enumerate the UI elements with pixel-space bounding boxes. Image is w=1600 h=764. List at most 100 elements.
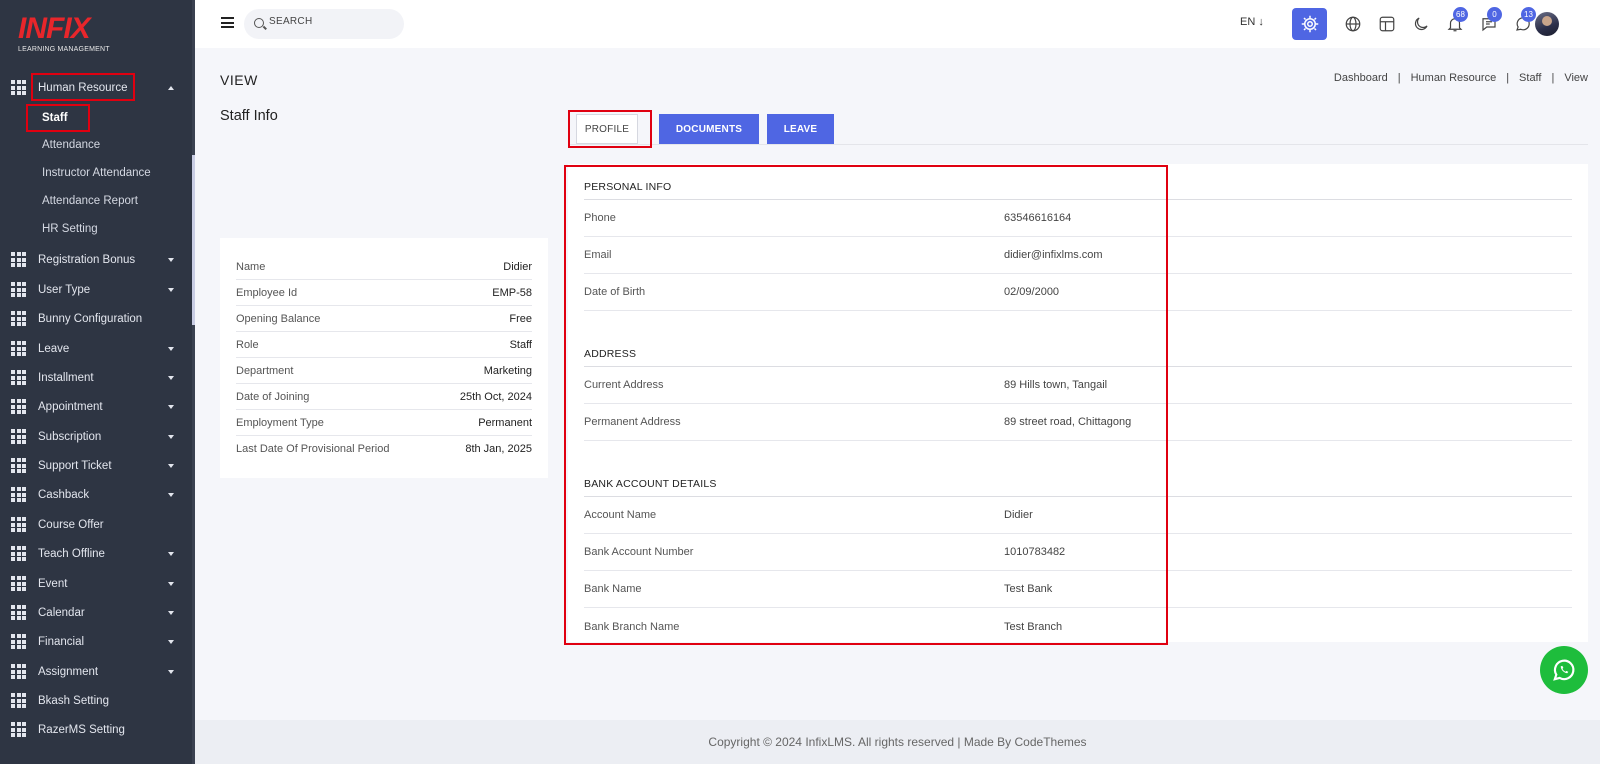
sidebar-item-event[interactable]: Event [0, 571, 192, 597]
sidebar-item-leave[interactable]: Leave [0, 336, 192, 362]
whatsapp-icon [1553, 659, 1575, 681]
sidebar-item-label: Course Offer [38, 519, 104, 531]
info-key: Employee Id [236, 286, 298, 299]
info-key: Opening Balance [236, 312, 321, 325]
chevron-down-icon [168, 258, 174, 262]
sidebar-item-support-ticket[interactable]: Support Ticket [0, 453, 192, 479]
chevron-down-icon [168, 552, 174, 556]
info-key: Name [236, 260, 266, 273]
messages-button[interactable]: 0 [1478, 7, 1502, 35]
sidebar-item-label: Teach Offline [38, 548, 105, 560]
info-key: Employment Type [236, 416, 324, 429]
info-row: Employee Id EMP-58 [236, 280, 532, 306]
sidebar: INFIX LEARNING MANAGEMENT Human Resource… [0, 0, 195, 764]
sidebar-item-bunny-configuration[interactable]: Bunny Configuration [0, 306, 192, 332]
notifications-badge: 68 [1453, 7, 1468, 22]
chevron-down-icon [168, 288, 174, 292]
info-value: Free [509, 312, 532, 325]
info-row: Date of Joining 25th Oct, 2024 [236, 384, 532, 410]
logo[interactable]: INFIX LEARNING MANAGEMENT [18, 14, 128, 58]
sidebar-item-label: Cashback [38, 489, 90, 501]
sidebar-item-label: Bkash Setting [38, 695, 109, 707]
info-value: Permanent [478, 416, 532, 429]
sidebar-item-label: Calendar [38, 607, 85, 619]
sidebar-subitem-attendance[interactable]: Attendance [42, 135, 100, 155]
sidebar-item-subscription[interactable]: Subscription [0, 424, 192, 450]
dark-mode-button[interactable] [1410, 13, 1432, 35]
sidebar-item-label: Leave [38, 343, 70, 355]
sidebar-item-cashback[interactable]: Cashback [0, 482, 192, 508]
chevron-down-icon [168, 347, 174, 351]
chevron-down-icon [168, 611, 174, 615]
language-code: EN [1240, 16, 1256, 28]
breadcrumb-separator: | [1506, 72, 1510, 84]
breadcrumb-human-resource[interactable]: Human Resource [1411, 72, 1497, 84]
sidebar-item-financial[interactable]: Financial [0, 629, 192, 655]
chat-button[interactable]: 13 [1512, 7, 1536, 35]
logo-mark: INFIX [18, 12, 91, 45]
info-row: Last Date Of Provisional Period 8th Jan, … [236, 436, 532, 462]
grid-icon [11, 664, 26, 679]
whatsapp-chat-button[interactable] [1540, 646, 1588, 694]
sidebar-item-label: Appointment [38, 401, 103, 413]
grid-icon [11, 458, 26, 473]
chevron-down-icon [168, 435, 174, 439]
sidebar-subitem-attendance-report[interactable]: Attendance Report [42, 191, 138, 211]
chevron-down-icon [168, 493, 174, 497]
sidebar-scrollbar[interactable] [192, 155, 195, 325]
grid-icon [11, 341, 26, 356]
info-row: Department Marketing [236, 358, 532, 384]
avatar[interactable] [1535, 12, 1559, 36]
tab-documents[interactable]: DOCUMENTS [659, 114, 759, 144]
breadcrumb-separator: | [1551, 72, 1555, 84]
sidebar-subitem-hr-setting[interactable]: HR Setting [42, 219, 98, 239]
sidebar-item-calendar[interactable]: Calendar [0, 600, 192, 626]
info-value: 8th Jan, 2025 [465, 443, 532, 455]
chevron-down-icon [168, 464, 174, 468]
sidebar-item-assignment[interactable]: Assignment [0, 659, 192, 685]
info-row: Name Didier [236, 254, 532, 280]
info-key: Department [236, 364, 294, 377]
chevron-down-icon [168, 405, 174, 409]
sidebar-item-razerms-setting[interactable]: RazerMS Setting [0, 717, 192, 743]
sidebar-item-installment[interactable]: Installment [0, 365, 192, 391]
sidebar-item-label: RazerMS Setting [38, 724, 125, 736]
grid-icon [11, 722, 26, 737]
sidebar-item-label: Financial [38, 636, 85, 648]
sidebar-item-label: Registration Bonus [38, 254, 136, 266]
menu-toggle-icon[interactable] [221, 17, 234, 28]
chat-badge: 13 [1521, 7, 1536, 22]
highlight-box [26, 104, 90, 132]
page-title: VIEW [220, 72, 258, 88]
notifications-button[interactable]: 68 [1444, 7, 1468, 35]
info-key: Last Date Of Provisional Period [236, 443, 390, 455]
grid-icon [11, 546, 26, 561]
sidebar-item-user-type[interactable]: User Type [0, 277, 192, 303]
breadcrumb: Dashboard | Human Resource | Staff | Vie… [1334, 72, 1588, 84]
sidebar-item-bkash-setting[interactable]: Bkash Setting [0, 688, 192, 714]
grid-icon [11, 487, 26, 502]
language-selector[interactable]: EN ↓ [1240, 16, 1264, 28]
sidebar-item-course-offer[interactable]: Course Offer [0, 512, 192, 538]
sidebar-subitem-instructor-attendance[interactable]: Instructor Attendance [42, 163, 151, 183]
info-row: Opening Balance Free [236, 306, 532, 332]
tab-leave[interactable]: LEAVE [767, 114, 834, 144]
gear-icon [1301, 15, 1318, 33]
chevron-down-icon [168, 670, 174, 674]
grid-icon [11, 399, 26, 414]
breadcrumb-staff[interactable]: Staff [1519, 72, 1541, 84]
globe-button[interactable] [1342, 13, 1364, 35]
breadcrumb-dashboard[interactable]: Dashboard [1334, 72, 1388, 84]
sidebar-item-registration-bonus[interactable]: Registration Bonus [0, 247, 192, 273]
sidebar-item-appointment[interactable]: Appointment [0, 394, 192, 420]
sidebar-scroll-track [192, 0, 195, 764]
settings-button[interactable] [1292, 8, 1327, 40]
info-key: Date of Joining [236, 390, 310, 403]
chevron-up-icon [168, 86, 174, 90]
highlight-box [564, 165, 1168, 645]
sidebar-item-label: Event [38, 578, 68, 590]
sidebar-item-teach-offline[interactable]: Teach Offline [0, 541, 192, 567]
search-icon [254, 18, 264, 28]
search-input[interactable] [269, 16, 389, 27]
layout-button[interactable] [1376, 13, 1398, 35]
